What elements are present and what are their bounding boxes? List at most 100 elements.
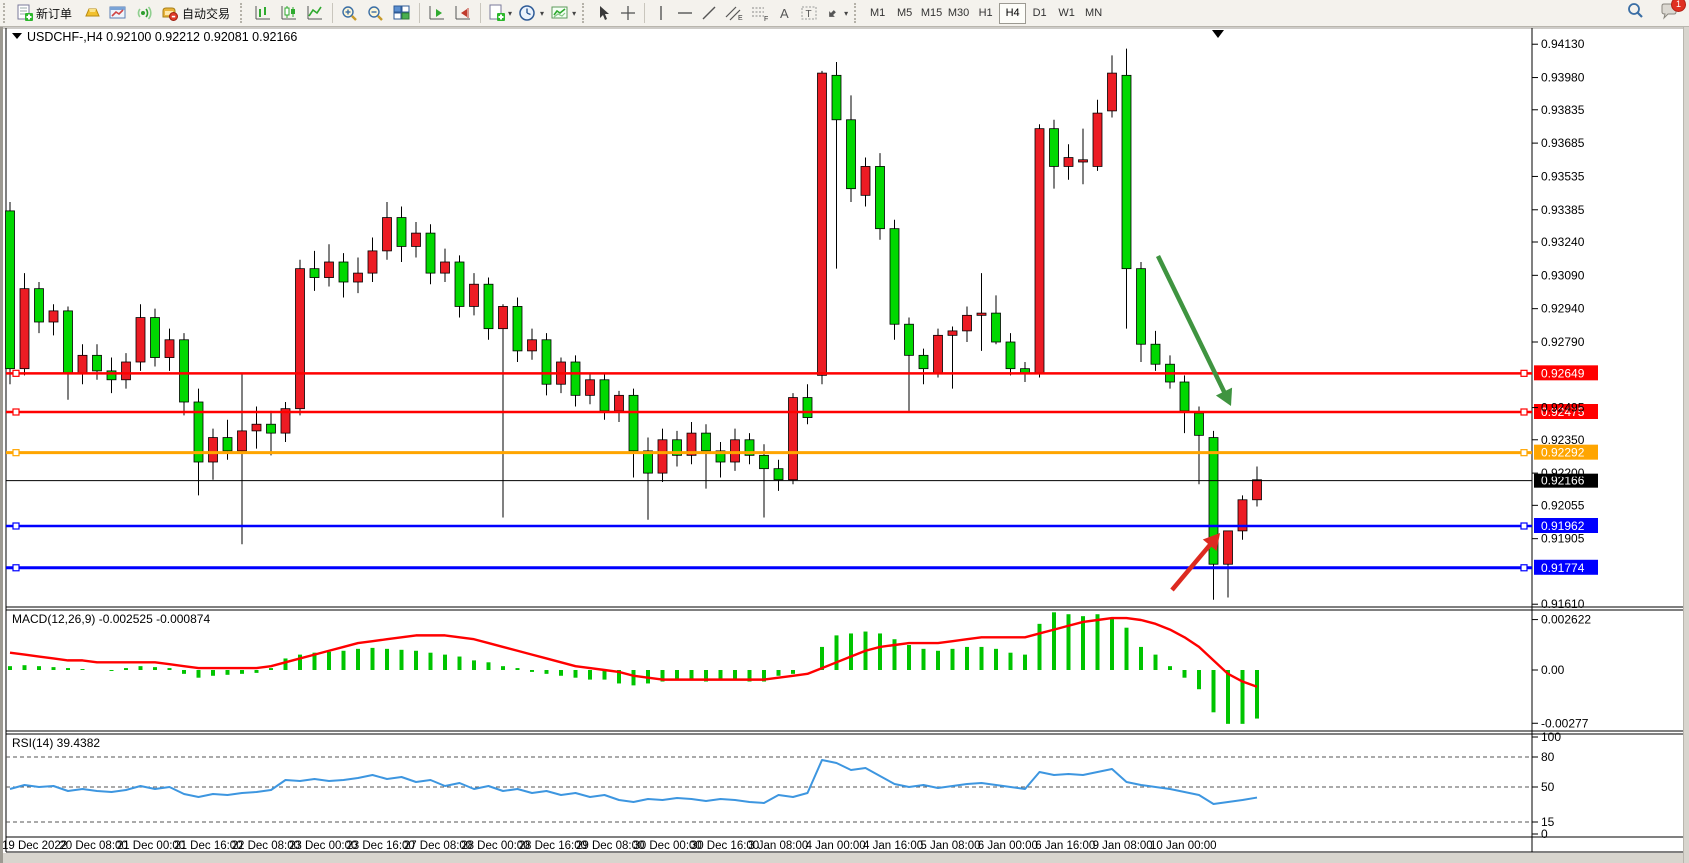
search-icon[interactable] (1625, 1, 1645, 26)
window-left-edge (0, 27, 3, 863)
candle-body (861, 166, 870, 195)
svg-text:0.94130: 0.94130 (1541, 37, 1585, 51)
date-label: 5 Jan 08:00 (920, 840, 980, 852)
profiles-button[interactable]: ▾ (515, 2, 547, 25)
candlestick-mode-button[interactable] (276, 2, 302, 25)
chevron-down-icon[interactable]: ▾ (540, 9, 544, 18)
date-label: 3 Jan 08:00 (748, 840, 808, 852)
auto-trading-button[interactable]: 自动交易 (157, 2, 237, 25)
text-label-tool-button[interactable]: T (797, 2, 821, 25)
line-chart-mode-button[interactable] (302, 2, 328, 25)
svg-text:0.93835: 0.93835 (1541, 103, 1585, 117)
line-chart-icon (305, 4, 325, 22)
zoom-in-button[interactable] (337, 2, 363, 25)
zoom-out-button[interactable] (363, 2, 389, 25)
fibonacci-tool-button[interactable]: F (747, 2, 773, 25)
window-right-edge (1683, 27, 1689, 863)
svg-text:0.92495: 0.92495 (1541, 401, 1585, 415)
chevron-down-icon[interactable]: ▾ (508, 9, 512, 18)
svg-text:0.002622: 0.002622 (1541, 613, 1591, 627)
equidistant-channel-icon: E (724, 4, 744, 22)
fibonacci-icon: F (750, 4, 770, 22)
vertical-line-tool-button[interactable] (649, 2, 673, 25)
line-handle (13, 450, 19, 456)
chart-shift-button[interactable] (450, 2, 476, 25)
mt4-terminal-window: 新订单 自动交易 (0, 0, 1689, 863)
chart-canvas[interactable]: 0.926490.924750.922920.919620.917740.921… (0, 27, 1689, 863)
new-chart-icon (488, 4, 506, 22)
candle-body (223, 438, 232, 451)
candle-body (615, 395, 624, 411)
notification-badge[interactable]: 1 (1671, 0, 1686, 12)
market-watch-button[interactable] (79, 2, 105, 25)
svg-text:0.00: 0.00 (1541, 663, 1565, 677)
chart-title: USDCHF-,H4 0.92100 0.92212 0.92081 0.921… (27, 30, 297, 44)
svg-text:0.91774: 0.91774 (1541, 561, 1585, 575)
timeframe-m5-button[interactable]: M5 (891, 3, 918, 24)
chart-area[interactable]: 0.926490.924750.922920.919620.917740.921… (0, 27, 1689, 863)
svg-text:E: E (738, 15, 743, 22)
timeframe-bar: M1M5M15M30H1H4D1W1MN (864, 3, 1107, 24)
candle-body (339, 262, 348, 282)
bar-chart-mode-button[interactable] (250, 2, 276, 25)
cursor-tool-button[interactable] (592, 2, 616, 25)
notifications-icon[interactable]: 1 (1659, 2, 1679, 25)
line-handle (13, 370, 19, 376)
horizontal-line-icon (676, 4, 694, 22)
timeframe-mn-button[interactable]: MN (1080, 3, 1107, 24)
crosshair-icon (619, 4, 637, 22)
chevron-down-icon[interactable]: ▾ (572, 9, 576, 18)
candle-body (484, 284, 493, 328)
svg-text:0.93385: 0.93385 (1541, 203, 1585, 217)
candle-body (1253, 480, 1262, 500)
svg-text:0.93090: 0.93090 (1541, 268, 1585, 282)
candle-body (1064, 158, 1073, 167)
trendline-tool-button[interactable] (697, 2, 721, 25)
svg-text:100: 100 (1541, 730, 1561, 744)
candle-body (731, 440, 740, 462)
new-chart-button[interactable]: ▾ (485, 2, 515, 25)
auto-scroll-button[interactable] (424, 2, 450, 25)
timeframe-w1-button[interactable]: W1 (1053, 3, 1080, 24)
candle-body (963, 315, 972, 331)
time-axis: 19 Dec 202220 Dec 08:0021 Dec 00:0021 De… (2, 840, 1217, 852)
svg-text:T: T (806, 9, 812, 20)
arrows-tool-button[interactable]: ▾ (821, 2, 851, 25)
channel-tool-button[interactable]: E (721, 2, 747, 25)
timeframe-d1-button[interactable]: D1 (1026, 3, 1053, 24)
timeframe-m15-button[interactable]: M15 (918, 3, 945, 24)
zoom-in-icon (340, 4, 360, 22)
chart-template-button[interactable]: ▾ (547, 2, 579, 25)
auto-trading-label: 自动交易 (182, 5, 230, 22)
tile-windows-button[interactable] (389, 2, 415, 25)
timeframe-m30-button[interactable]: M30 (945, 3, 972, 24)
text-tool-button[interactable]: A (773, 2, 797, 25)
candle-body (789, 398, 798, 480)
signals-button[interactable] (131, 2, 157, 25)
candle-body (586, 380, 595, 396)
candle-body (760, 455, 769, 468)
candle-body (412, 233, 421, 246)
chevron-down-icon[interactable]: ▾ (844, 9, 848, 18)
horizontal-line-tool-button[interactable] (673, 2, 697, 25)
text-label-icon: T (800, 4, 818, 22)
svg-text:50: 50 (1541, 780, 1555, 794)
timeframe-h4-button[interactable]: H4 (999, 3, 1026, 24)
new-order-button[interactable]: 新订单 (13, 2, 79, 25)
chart-window-icon (108, 4, 128, 22)
crosshair-tool-button[interactable] (616, 2, 640, 25)
toolbar-grip (240, 3, 247, 23)
chart-window-button[interactable] (105, 2, 131, 25)
cursor-icon (596, 4, 612, 22)
toolbar-grip (854, 3, 861, 23)
candle-body (629, 395, 638, 451)
candle-body (238, 431, 247, 451)
candle-body (948, 331, 957, 335)
date-label: 19 Dec 2022 (2, 840, 67, 852)
candle-body (499, 306, 508, 328)
candle-body (470, 284, 479, 306)
candle-body (818, 73, 827, 375)
timeframe-h1-button[interactable]: H1 (972, 3, 999, 24)
timeframe-m1-button[interactable]: M1 (864, 3, 891, 24)
auto-scroll-icon (427, 4, 447, 22)
